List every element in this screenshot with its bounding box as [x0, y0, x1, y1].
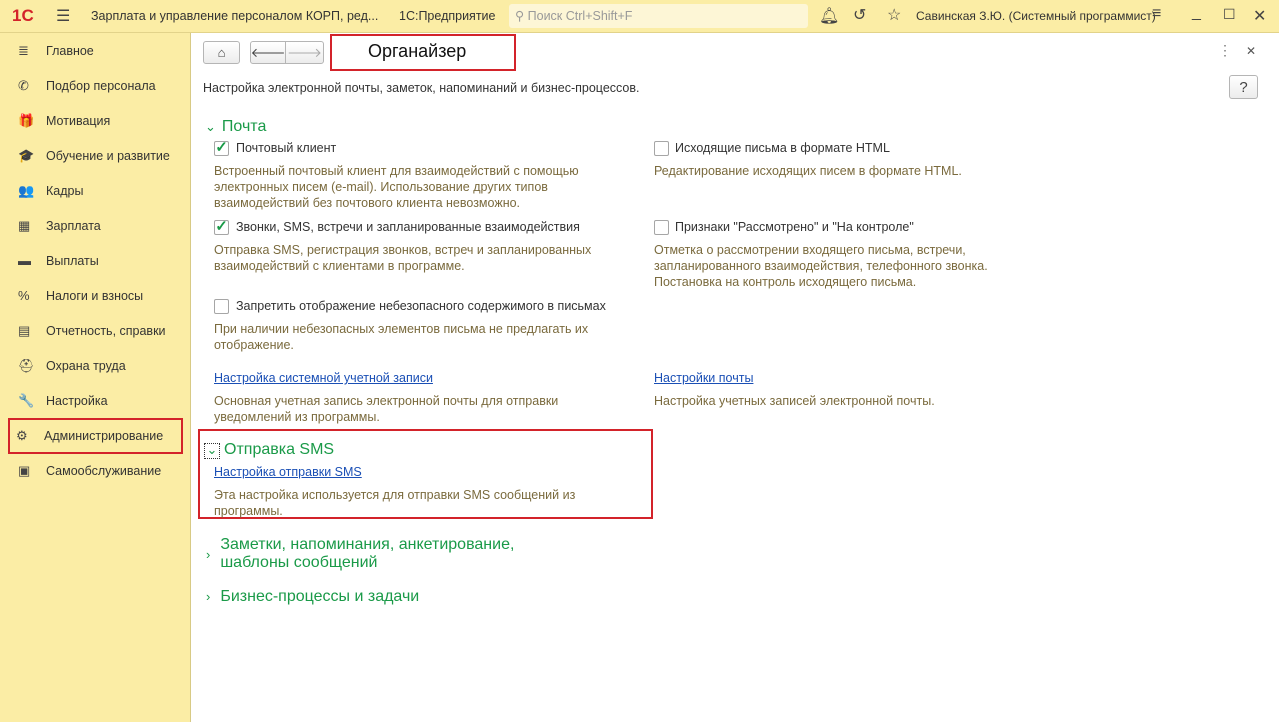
section-mail-header[interactable]: ⌄ Почта [205, 118, 266, 136]
star-icon[interactable]: ☆ [887, 5, 901, 25]
mail-client-desc: Встроенный почтовый клиент для взаимодей… [214, 164, 579, 210]
close-form-icon[interactable]: ✕ [1246, 44, 1256, 58]
sidebar-item-hr[interactable]: 👥 Кадры [10, 175, 182, 206]
sms-desc: Эта настройка используется для отправки … [214, 488, 576, 518]
back-button[interactable]: 🡐 [250, 41, 286, 64]
forward-button[interactable]: 🡒 [285, 41, 324, 64]
section-sms-header[interactable]: ⌄ Отправка SMS [204, 441, 334, 459]
section-bp-header[interactable]: › Бизнес-процессы и задачи [206, 588, 419, 606]
page-title: Органайзер [368, 41, 467, 61]
system-account-desc: Основная учетная запись электронной почт… [214, 394, 559, 424]
arrow-left-icon: 🡐 [250, 44, 286, 60]
sidebar-item-safety[interactable]: ⛑ Охрана труда [10, 350, 182, 381]
home-button[interactable]: ⌂ [203, 41, 240, 64]
more-icon[interactable]: ⋮ [1218, 42, 1232, 59]
calculator-icon: ▦ [18, 217, 31, 233]
html-desc: Редактирование исходящих писем в формате… [654, 164, 962, 178]
app-title: Зарплата и управление персоналом КОРП, р… [91, 9, 379, 23]
system-account-link[interactable]: Настройка системной учетной записи [214, 371, 433, 385]
sidebar-item-administration[interactable]: ⚙ Администрирование [8, 418, 183, 454]
flags-desc: Отметка о рассмотрении входящего письма,… [654, 243, 988, 289]
sidebar-item-motivation[interactable]: 🎁 Мотивация [10, 105, 182, 136]
mail-client-label[interactable]: Почтовый клиент [236, 141, 336, 155]
phone-icon: ✆ [18, 77, 29, 93]
user-name[interactable]: Савинская З.Ю. (Системный программист) [916, 9, 1156, 23]
wrench-icon: 🔧 [18, 392, 35, 408]
arrow-right-icon: 🡒 [287, 44, 322, 60]
1c-logo: 1С [12, 6, 34, 25]
sidebar-item-main[interactable]: ≣ Главное [10, 35, 182, 66]
gear-icon: ⚙ [16, 428, 28, 443]
mail-settings-desc: Настройка учетных записей электронной по… [654, 394, 935, 408]
sidebar-item-recruiting[interactable]: ✆ Подбор персонала [10, 70, 182, 101]
close-window-icon[interactable]: ✕ [1253, 6, 1266, 26]
calls-desc: Отправка SMS, регистрация звонков, встре… [214, 243, 592, 273]
id-card-icon: ▣ [18, 462, 31, 478]
chevron-down-icon: ⌄ [205, 119, 216, 134]
sidebar-item-payments[interactable]: ▬ Выплаты [10, 245, 182, 276]
sidebar-item-selfservice[interactable]: ▣ Самообслуживание [10, 455, 182, 486]
gift-icon: 🎁 [18, 112, 35, 128]
bell-icon[interactable]: 🔔︎ [819, 6, 839, 26]
percent-icon: % [18, 288, 30, 303]
list-icon: ≣ [18, 42, 29, 58]
card-icon: ▬ [18, 253, 31, 268]
mail-client-checkbox[interactable]: ✓ [214, 140, 229, 156]
calls-label[interactable]: Звонки, SMS, встречи и запланированные в… [236, 220, 580, 234]
sidebar: ≣ Главное ✆ Подбор персонала 🎁 Мотивация 🎓 О… [0, 33, 191, 722]
chevron-right-icon: › [206, 546, 211, 562]
helmet-icon: ⛑ [18, 357, 35, 373]
sidebar-item-training[interactable]: 🎓 Обучение и развитие [10, 140, 182, 171]
settings-menu-icon[interactable]: ≡ [1152, 5, 1161, 23]
html-label[interactable]: Исходящие письма в формате HTML [675, 141, 890, 155]
search-input[interactable]: ⚲ Поиск Ctrl+Shift+F [509, 4, 808, 28]
unsafe-desc: При наличии небезопасных элементов письм… [214, 322, 589, 352]
minimize-icon[interactable]: _ [1192, 4, 1201, 22]
chevron-down-icon: ⌄ [204, 443, 220, 459]
platform-name: 1С:Предприятие [399, 9, 496, 23]
section-notes-header[interactable]: › Заметки, напоминания, анкетирование, ша… [206, 536, 586, 572]
maximize-icon[interactable]: ☐ [1223, 6, 1236, 23]
search-icon: ⚲ [515, 9, 528, 23]
title-bar: 1С ☰ Зарплата и управление персоналом КО… [0, 0, 1279, 33]
sms-settings-link[interactable]: Настройка отправки SMS [214, 465, 362, 479]
unsafe-label[interactable]: Запретить отображение небезопасного соде… [236, 299, 606, 313]
history-icon[interactable]: ↺ [853, 5, 866, 25]
help-button[interactable]: ? [1229, 75, 1258, 99]
flags-checkbox[interactable] [654, 220, 669, 235]
people-icon: 👥 [18, 182, 35, 198]
sidebar-item-reports[interactable]: ▤ Отчетность, справки [10, 315, 182, 346]
graduation-cap-icon: 🎓 [18, 147, 35, 163]
flags-label[interactable]: Признаки "Рассмотрено" и "На контроле" [675, 220, 914, 234]
html-checkbox[interactable] [654, 141, 669, 156]
sidebar-item-taxes[interactable]: % Налоги и взносы [10, 280, 182, 311]
page-subtitle: Настройка электронной почты, заметок, на… [203, 81, 640, 95]
report-icon: ▤ [18, 322, 31, 338]
menu-icon[interactable]: ☰ [56, 6, 70, 26]
sidebar-item-salary[interactable]: ▦ Зарплата [10, 210, 182, 241]
sidebar-item-settings[interactable]: 🔧 Настройка [10, 385, 182, 416]
home-icon: ⌂ [217, 45, 226, 60]
chevron-right-icon: › [206, 589, 211, 604]
unsafe-checkbox[interactable] [214, 299, 229, 314]
mail-settings-link[interactable]: Настройки почты [654, 371, 753, 385]
calls-checkbox[interactable]: ✓ [214, 219, 229, 235]
